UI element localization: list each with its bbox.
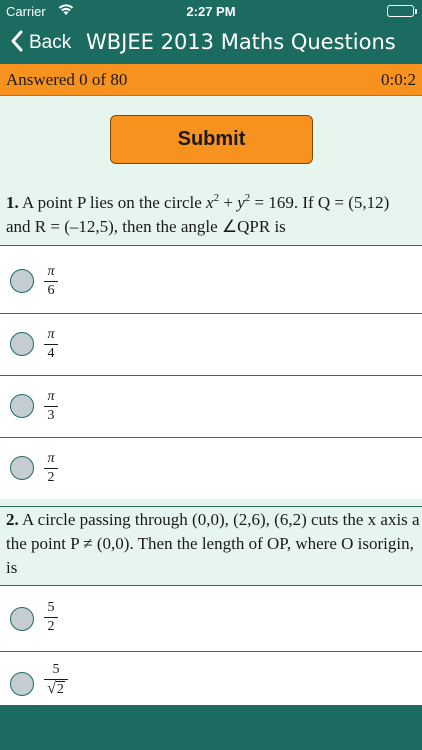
timer: 0:0:2 bbox=[381, 70, 416, 89]
answer-option[interactable]: π3 bbox=[0, 375, 422, 437]
math-variable: x bbox=[206, 193, 214, 212]
fraction: π4 bbox=[44, 327, 58, 362]
question-number: 2. bbox=[6, 510, 19, 529]
answer-option[interactable]: 52 bbox=[0, 585, 422, 651]
answer-option[interactable]: π2 bbox=[0, 437, 422, 499]
fraction: π2 bbox=[44, 451, 58, 486]
page-title: WBJEE 2013 Maths Questions bbox=[86, 30, 396, 54]
radio-button[interactable] bbox=[10, 394, 34, 418]
question-text: A point P lies on the circle bbox=[18, 193, 207, 212]
navigation-bar: Back WBJEE 2013 Maths Questions bbox=[0, 22, 422, 64]
back-label: Back bbox=[29, 32, 72, 53]
radio-button[interactable] bbox=[10, 456, 34, 480]
radio-button[interactable] bbox=[10, 332, 34, 356]
fraction: π6 bbox=[44, 264, 58, 299]
bottom-bar bbox=[0, 705, 422, 750]
sqrt-icon: √ bbox=[47, 680, 56, 697]
fraction: 52 bbox=[44, 600, 58, 635]
status-time: 2:27 PM bbox=[186, 4, 236, 19]
submit-button[interactable]: Submit bbox=[110, 115, 313, 164]
question-2-text: 2. A circle passing through (0,0), (2,6)… bbox=[0, 506, 422, 580]
fraction: 5 √2 bbox=[44, 662, 68, 698]
fraction: π3 bbox=[44, 389, 58, 424]
answer-option[interactable]: π4 bbox=[0, 313, 422, 375]
math-operator: + bbox=[219, 193, 238, 212]
battery-icon bbox=[387, 5, 417, 17]
status-bar: Carrier 2:27 PM bbox=[0, 0, 422, 22]
question-number: 1. bbox=[6, 193, 19, 212]
radio-button[interactable] bbox=[10, 607, 34, 631]
math-variable: y bbox=[237, 193, 245, 212]
back-button[interactable]: Back bbox=[10, 30, 71, 56]
radio-button[interactable] bbox=[10, 269, 34, 293]
question-text: A circle passing through (0,0), (2,6), (… bbox=[6, 510, 420, 577]
question-1-text: 1. A point P lies on the circle x2 + y2 … bbox=[6, 186, 416, 239]
progress-bar: Answered 0 of 80 0:0:2 bbox=[0, 64, 422, 96]
chevron-left-icon bbox=[10, 30, 23, 57]
answered-count: Answered 0 of 80 bbox=[6, 70, 128, 89]
answer-option[interactable]: 5 √2 bbox=[0, 651, 422, 705]
radio-button[interactable] bbox=[10, 672, 34, 696]
answer-option[interactable]: π6 bbox=[0, 245, 422, 313]
